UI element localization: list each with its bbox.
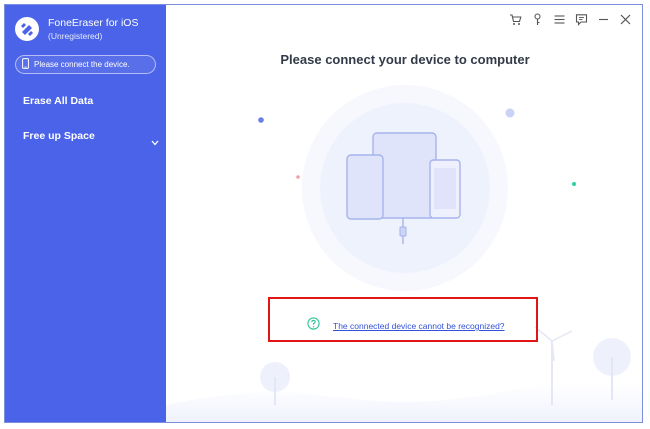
highlight-box: [268, 297, 538, 342]
device-connection-illustration: [166, 85, 642, 422]
app-window: FoneEraser for iOS (Unregistered) Please…: [4, 4, 643, 423]
